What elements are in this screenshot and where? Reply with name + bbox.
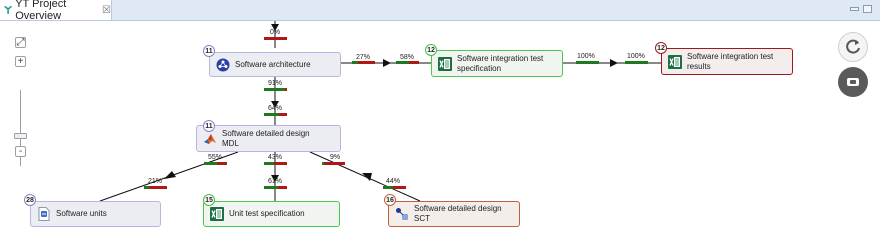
percent-label: 27% xyxy=(356,54,371,61)
progress-bar-green xyxy=(204,162,217,165)
progress-bar-red xyxy=(285,88,287,91)
node-label: Software detailed design SCT xyxy=(414,204,502,223)
percent-label: 58% xyxy=(400,54,415,61)
progress-bar-green xyxy=(144,186,149,189)
excel-icon xyxy=(438,56,452,71)
node-software-units[interactable]: Software units xyxy=(30,201,161,227)
progress-bar-green xyxy=(322,162,324,165)
overview-canvas: ⤢ + - 0% 27% 58% 100% 100% 91% 64% 55% 4… xyxy=(0,21,880,252)
node-label: Software architecture xyxy=(235,59,311,69)
architecture-icon xyxy=(216,58,230,71)
minimize-icon[interactable] xyxy=(850,7,859,11)
node-integration-test-results[interactable]: Software integration test results xyxy=(661,48,793,75)
count-badge: 11 xyxy=(203,120,215,132)
tab-close-icon[interactable]: ☒ xyxy=(102,5,111,16)
percent-label: 9% xyxy=(330,154,341,161)
percent-label: 91% xyxy=(268,80,283,87)
progress-bar-red xyxy=(264,37,287,40)
percent-label: 55% xyxy=(208,154,223,161)
node-software-architecture[interactable]: Software architecture xyxy=(209,52,341,77)
excel-icon xyxy=(210,207,224,221)
count-badge: 11 xyxy=(203,45,215,57)
node-detailed-design-sct[interactable]: Software detailed design SCT xyxy=(388,201,520,227)
progress-bar-green xyxy=(264,186,278,189)
percent-label: 21% xyxy=(148,178,163,185)
progress-bar-green xyxy=(264,162,274,165)
percent-label: 43% xyxy=(268,154,283,161)
percent-label: 100% xyxy=(627,53,645,60)
node-integration-test-spec[interactable]: Software integration test specification xyxy=(431,50,563,77)
maximize-icon[interactable] xyxy=(863,5,872,13)
editor-tab-bar: YT Project Overview ☒ xyxy=(0,0,880,22)
progress-bar-green xyxy=(264,113,279,116)
percent-label: 100% xyxy=(577,53,595,60)
node-label: Software integration test xyxy=(457,53,544,63)
matlab-icon xyxy=(204,133,216,144)
arrow-head xyxy=(164,171,176,179)
refresh-button[interactable] xyxy=(838,32,868,62)
progress-bar-green xyxy=(264,88,287,91)
statechart-icon xyxy=(396,208,408,220)
node-unit-test-spec[interactable]: Unit test specification xyxy=(203,201,340,227)
toggle-icon xyxy=(847,78,859,86)
node-label: Software integration test xyxy=(687,51,774,61)
count-badge: 12 xyxy=(425,44,437,56)
document-icon xyxy=(38,207,50,221)
project-tree-icon xyxy=(4,5,12,15)
node-detailed-design-mdl[interactable]: Software detailed design MDL xyxy=(196,125,341,152)
arrow-head xyxy=(362,173,372,181)
count-badge: 28 xyxy=(24,194,36,206)
percent-label: 64% xyxy=(268,105,283,112)
count-badge: 12 xyxy=(655,42,667,54)
progress-bar-green xyxy=(352,61,358,64)
percent-label: 0% xyxy=(270,29,281,36)
tab-yt-project-overview[interactable]: YT Project Overview ☒ xyxy=(0,0,112,22)
node-label: Unit test specification xyxy=(229,209,305,218)
progress-bar-red xyxy=(322,162,345,165)
refresh-icon xyxy=(846,39,860,54)
node-label-2: specification xyxy=(457,63,502,73)
excel-icon xyxy=(668,54,682,69)
percent-label: 44% xyxy=(386,178,401,185)
progress-bar-green xyxy=(383,186,393,189)
tab-title: YT Project Overview xyxy=(15,0,67,22)
percent-label: 61% xyxy=(268,178,283,185)
node-label-2: MDL xyxy=(222,138,239,148)
progress-bar-green xyxy=(576,61,599,64)
count-badge: 16 xyxy=(384,194,396,206)
toggle-view-button[interactable] xyxy=(838,67,868,97)
edge-mdl-to-sct xyxy=(309,151,421,202)
count-badge: 15 xyxy=(203,194,215,206)
progress-bar-green xyxy=(625,61,648,64)
node-label: Software units xyxy=(56,209,107,218)
node-label: Software detailed design xyxy=(222,128,310,138)
arrow-head xyxy=(610,59,618,67)
node-label-2: results xyxy=(687,61,711,71)
progress-bar-green xyxy=(396,61,409,64)
arrow-head xyxy=(383,59,391,67)
